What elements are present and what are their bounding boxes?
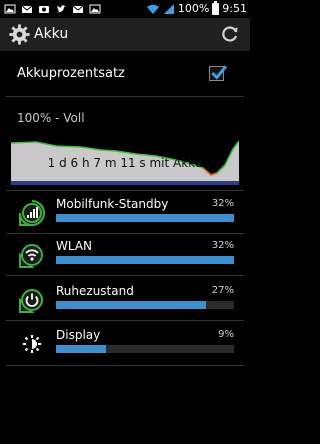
mail-icon [72, 5, 84, 13]
usage-bar [56, 345, 234, 353]
divider [6, 190, 244, 191]
refresh-icon[interactable] [220, 24, 240, 44]
status-bar: 100% 9:51 [0, 0, 250, 18]
action-bar: Akku [0, 18, 250, 51]
signal-icon [19, 200, 45, 226]
usage-label: WLAN [56, 239, 93, 253]
divider [6, 365, 244, 366]
twitter-icon [57, 5, 66, 13]
charge-status: 100% - Voll [17, 111, 85, 125]
usage-item-idle[interactable]: Ruhezustand 27% [0, 280, 250, 320]
usage-bar [56, 256, 234, 264]
wifi-icon [19, 244, 43, 268]
battery-icon [212, 1, 220, 15]
display-brightness-icon [23, 335, 41, 353]
usage-percent: 9% [218, 329, 234, 340]
camera-icon [39, 6, 49, 13]
usage-bar-fill [56, 301, 207, 309]
battery-percent-setting[interactable]: Akkuprozentsatz [0, 52, 250, 96]
notification-icons [4, 3, 101, 15]
battery-percent-text: 100% [177, 2, 210, 15]
wifi-icon [146, 4, 159, 14]
usage-bar-fill [56, 345, 107, 353]
divider [6, 275, 244, 276]
system-status: 100% 9:51 [146, 1, 247, 16]
usage-percent: 32% [211, 240, 234, 251]
usage-percent: 32% [211, 198, 234, 209]
usage-bar-fill [56, 214, 234, 222]
usage-item-mobile-standby[interactable]: Mobilfunk-Standby 32% [0, 193, 250, 233]
usage-label: Display [56, 328, 101, 342]
clock: 9:51 [222, 2, 247, 15]
divider [6, 320, 244, 321]
usage-label: Ruhezustand [56, 284, 134, 298]
usage-bar-fill [56, 256, 234, 264]
usage-item-wlan[interactable]: WLAN 32% [0, 235, 250, 275]
usage-label: Mobilfunk-Standby [56, 197, 169, 211]
gear-icon[interactable] [8, 23, 31, 46]
signal-icon [163, 4, 174, 14]
battery-percent-label: Akkuprozentsatz [17, 66, 125, 81]
checkmark-icon [211, 65, 227, 80]
usage-item-display[interactable]: Display 9% [0, 324, 250, 364]
usage-bar [56, 214, 234, 222]
graph-duration-label: 1 d 6 h 7 m 11 s mit Akku [47, 156, 203, 170]
divider [6, 233, 244, 234]
divider [6, 96, 244, 97]
image-icon [89, 4, 101, 14]
image-icon [4, 4, 16, 14]
usage-percent: 27% [211, 285, 234, 296]
power-icon [19, 289, 43, 313]
battery-percent-checkbox[interactable] [209, 65, 227, 81]
mail-icon [21, 5, 33, 13]
page-title: Akku [34, 26, 69, 42]
usage-bar [56, 301, 234, 309]
